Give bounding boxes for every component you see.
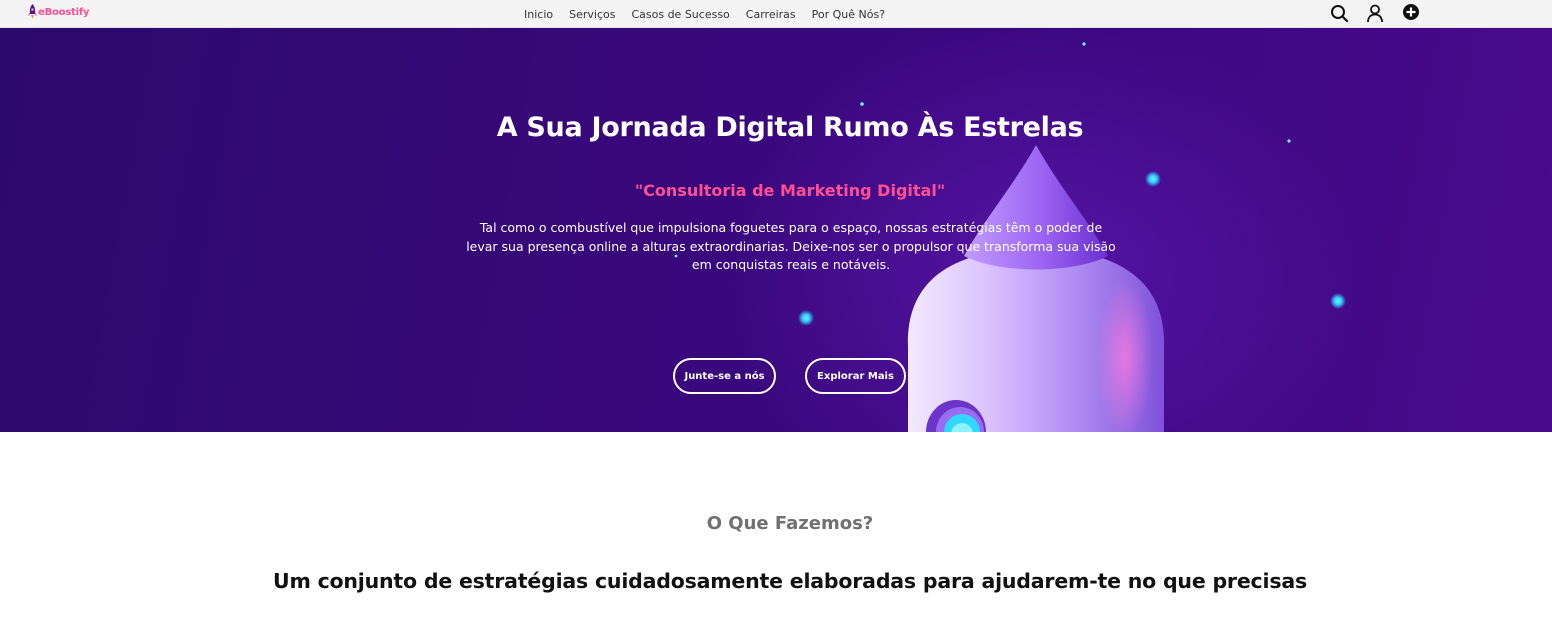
- nav-link-carreiras[interactable]: Carreiras: [746, 8, 796, 21]
- hero-title: A Sua Jornada Digital Rumo Às Estrelas: [496, 112, 1084, 143]
- header-actions: [1328, 2, 1422, 24]
- nav-link-inicio[interactable]: Inicio: [524, 8, 553, 21]
- hero-subtitle: "Consultoria de Marketing Digital": [634, 181, 946, 200]
- section-kicker: O Que Fazemos?: [706, 513, 874, 534]
- brand-logo[interactable]: eBoostify: [28, 4, 90, 20]
- plus-circle-icon[interactable]: [1400, 2, 1422, 24]
- nav-link-casos-de-sucesso[interactable]: Casos de Sucesso: [631, 8, 729, 21]
- join-us-button[interactable]: Junte-se a nós: [673, 358, 776, 394]
- nav-link-por-que-nos[interactable]: Por Quê Nós?: [812, 8, 885, 21]
- hero-description: Tal como o combustível que impulsiona fo…: [466, 220, 1116, 272]
- explore-more-button[interactable]: Explorar Mais: [805, 358, 906, 394]
- hero-banner: A Sua Jornada Digital Rumo Às Estrelas "…: [0, 28, 1552, 432]
- search-icon[interactable]: [1328, 2, 1350, 24]
- main-navigation: Inicio Serviços Casos de Sucesso Carreir…: [524, 0, 885, 28]
- top-navbar: eBoostify Inicio Serviços Casos de Suces…: [0, 0, 1552, 28]
- rocket-logo-icon: [28, 4, 37, 19]
- user-icon[interactable]: [1364, 2, 1386, 24]
- section-heading: Um conjunto de estratégias cuidadosament…: [273, 569, 1307, 593]
- nav-link-servicos[interactable]: Serviços: [569, 8, 615, 21]
- brand-name: eBoostify: [38, 6, 90, 18]
